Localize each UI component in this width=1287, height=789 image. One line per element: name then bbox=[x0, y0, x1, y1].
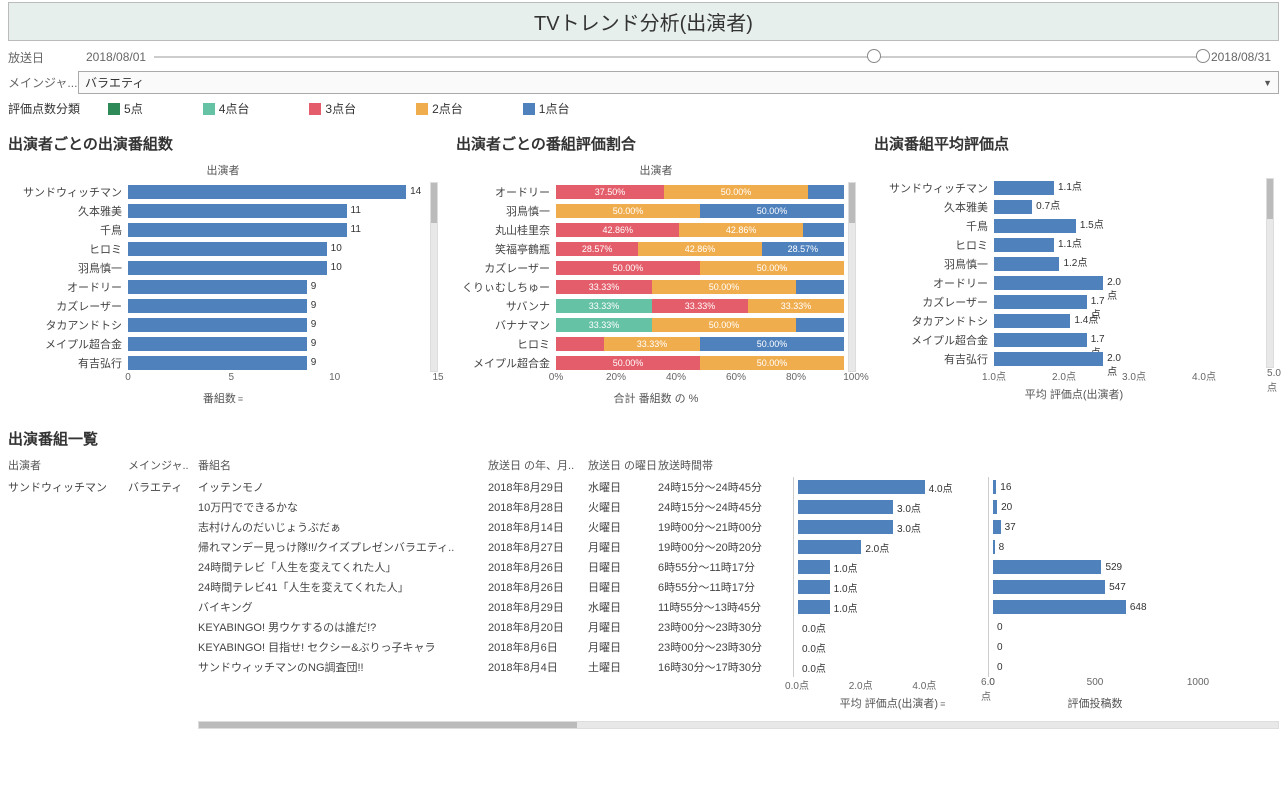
stacked-bar-row[interactable]: くりぃむしちゅー33.33%50.00% bbox=[456, 277, 844, 296]
col-time[interactable]: 放送時間帯 bbox=[658, 457, 793, 473]
panel-program-count: 出演者ごとの出演番組数 出演者 サンドウィッチマン 14久本雅美 11千鳥 11… bbox=[8, 127, 438, 410]
panel-rating-ratio: 出演者ごとの番組評価割合 出演者 オードリー37.50%50.00%羽鳥慎一50… bbox=[456, 127, 856, 410]
bar-row[interactable]: オードリー 2.0点 bbox=[874, 273, 1262, 292]
genre-select[interactable]: バラエティ ▼ bbox=[78, 71, 1279, 94]
table-header: 出演者 メインジャ.. 番組名 放送日 の年、月.. 放送日 の曜日 放送時間帯 bbox=[8, 457, 1279, 473]
stacked-bar-row[interactable]: バナナマン33.33%50.00% bbox=[456, 315, 844, 334]
stacked-bar-row[interactable]: 丸山桂里奈42.86%42.86% bbox=[456, 220, 844, 239]
bar-row[interactable]: ヒロミ 1.1点 bbox=[874, 235, 1262, 254]
chart3-xlabel: 平均 評価点(出演者) bbox=[874, 386, 1274, 402]
bar-row[interactable]: 羽鳥慎一 1.2点 bbox=[874, 254, 1262, 273]
table-title: 出演番組一覧 bbox=[8, 428, 1279, 449]
bar-row[interactable]: 千鳥 1.5点 bbox=[874, 216, 1262, 235]
date-start: 2018/08/01 bbox=[86, 50, 146, 64]
table-row[interactable]: KEYABINGO! 目指せ! セクシー&ぶりっ子キャラ 2018年8月6日 月… bbox=[8, 637, 1279, 657]
chart2-title: 出演者ごとの番組評価割合 bbox=[456, 133, 856, 154]
table-row[interactable]: サンドウィッチマンのNG調査団!! 2018年8月4日 土曜日 16時30分～1… bbox=[8, 657, 1279, 677]
table-row[interactable]: 志村けんのだいじょうぶだぁ 2018年8月14日 火曜日 19時00分～21時0… bbox=[8, 517, 1279, 537]
panel-avg-rating: 出演番組平均評価点 サンドウィッチマン 1.1点久本雅美 0.7点千鳥 1.5点… bbox=[874, 127, 1274, 410]
table-row[interactable]: 24時間テレビ41「人生を変えてくれた人」 2018年8月26日 日曜日 6時5… bbox=[8, 577, 1279, 597]
stacked-bar-row[interactable]: 羽鳥慎一50.00%50.00% bbox=[456, 201, 844, 220]
table-row[interactable]: 24時間テレビ「人生を変えてくれた人」 2018年8月26日 日曜日 6時55分… bbox=[8, 557, 1279, 577]
table-posts-axis-label: 評価投稿数 bbox=[1068, 695, 1123, 711]
col-date[interactable]: 放送日 の年、月.. bbox=[488, 457, 588, 473]
table-row[interactable]: 10万円でできるかな 2018年8月28日 火曜日 24時15分～24時45分 … bbox=[8, 497, 1279, 517]
legend-item[interactable]: 5点 bbox=[108, 102, 143, 116]
legend-label: 評価点数分類 bbox=[8, 100, 80, 117]
table-hscroll[interactable] bbox=[198, 721, 1279, 729]
legend-item[interactable]: 4点台 bbox=[203, 102, 250, 116]
col-performer[interactable]: 出演者 bbox=[8, 457, 128, 473]
stacked-bar-row[interactable]: ヒロミ33.33%50.00% bbox=[456, 334, 844, 353]
chart2-ylabel: 出演者 bbox=[456, 162, 856, 178]
chart2-xlabel: 合計 番組数 の % bbox=[456, 390, 856, 406]
program-table-section: 出演番組一覧 出演者 メインジャ.. 番組名 放送日 の年、月.. 放送日 の曜… bbox=[8, 428, 1279, 729]
genre-value: バラエティ bbox=[85, 74, 144, 91]
col-program[interactable]: 番組名 bbox=[198, 457, 488, 473]
legend-item[interactable]: 3点台 bbox=[309, 102, 356, 116]
col-genre[interactable]: メインジャ.. bbox=[128, 457, 198, 473]
dropdown-icon: ▼ bbox=[1263, 78, 1272, 88]
bar-row[interactable]: カズレーザー 9 bbox=[8, 296, 426, 315]
stacked-bar-row[interactable]: メイプル超合金50.00%50.00% bbox=[456, 353, 844, 372]
table-row[interactable]: サンドウィッチマン バラエティ イッテンモノ 2018年8月29日 水曜日 24… bbox=[8, 477, 1279, 497]
date-filter-row: 放送日 2018/08/01 2018/08/31 bbox=[8, 47, 1279, 67]
bar-row[interactable]: 有吉弘行 2.0点 bbox=[874, 349, 1262, 368]
bar-row[interactable]: 千鳥 11 bbox=[8, 220, 426, 239]
rating-legend: 評価点数分類 5点 4点台 3点台 2点台 1点台 bbox=[8, 100, 1279, 117]
bar-row[interactable]: サンドウィッチマン 14 bbox=[8, 182, 426, 201]
bar-row[interactable]: 有吉弘行 9 bbox=[8, 353, 426, 372]
legend-item[interactable]: 2点台 bbox=[416, 102, 463, 116]
bar-row[interactable]: 羽鳥慎一 10 bbox=[8, 258, 426, 277]
date-range-slider[interactable]: 2018/08/01 2018/08/31 bbox=[78, 47, 1279, 67]
chart1-ylabel: 出演者 bbox=[8, 162, 438, 178]
broadcast-date-label: 放送日 bbox=[8, 49, 78, 66]
genre-label: メインジャ... bbox=[8, 74, 78, 91]
sort-desc-icon[interactable]: ≡ bbox=[940, 699, 945, 709]
bar-row[interactable]: 久本雅美 0.7点 bbox=[874, 197, 1262, 216]
table-row[interactable]: KEYABINGO! 男ウケするのは誰だ!? 2018年8月20日 月曜日 23… bbox=[8, 617, 1279, 637]
chart3-title: 出演番組平均評価点 bbox=[874, 133, 1274, 154]
chart1-title: 出演者ごとの出演番組数 bbox=[8, 133, 438, 154]
table-row[interactable]: バイキング 2018年8月29日 水曜日 11時55分～13時45分 1.0点 … bbox=[8, 597, 1279, 617]
sort-desc-icon[interactable]: ≡ bbox=[238, 394, 243, 404]
bar-row[interactable]: タカアンドトシ 9 bbox=[8, 315, 426, 334]
slider-handle-start[interactable] bbox=[867, 49, 881, 63]
chart3-scrollbar[interactable] bbox=[1266, 178, 1274, 368]
bar-row[interactable]: サンドウィッチマン 1.1点 bbox=[874, 178, 1262, 197]
bar-row[interactable]: タカアンドトシ 1.4点 bbox=[874, 311, 1262, 330]
page-title: TVトレンド分析(出演者) bbox=[8, 2, 1279, 41]
bar-row[interactable]: ヒロミ 10 bbox=[8, 239, 426, 258]
col-dow[interactable]: 放送日 の曜日 bbox=[588, 457, 658, 473]
stacked-bar-row[interactable]: サバンナ33.33%33.33%33.33% bbox=[456, 296, 844, 315]
stacked-bar-row[interactable]: オードリー37.50%50.00% bbox=[456, 182, 844, 201]
bar-row[interactable]: カズレーザー 1.7点 bbox=[874, 292, 1262, 311]
table-rating-axis-label: 平均 評価点(出演者)≡ bbox=[840, 695, 946, 711]
bar-row[interactable]: メイプル超合金 1.7点 bbox=[874, 330, 1262, 349]
bar-row[interactable]: 久本雅美 11 bbox=[8, 201, 426, 220]
legend-item[interactable]: 1点台 bbox=[523, 102, 570, 116]
table-row[interactable]: 帰れマンデー見っけ隊!!/クイズプレゼンバラエティ.. 2018年8月27日 月… bbox=[8, 537, 1279, 557]
slider-track[interactable] bbox=[154, 56, 1203, 58]
slider-handle-end[interactable] bbox=[1196, 49, 1210, 63]
bar-row[interactable]: メイプル超合金 9 bbox=[8, 334, 426, 353]
chart1-xlabel: 番組数≡ bbox=[8, 390, 438, 406]
date-end: 2018/08/31 bbox=[1211, 50, 1271, 64]
genre-filter-row: メインジャ... バラエティ ▼ bbox=[8, 71, 1279, 94]
chart1-scrollbar[interactable] bbox=[430, 182, 438, 372]
bar-row[interactable]: オードリー 9 bbox=[8, 277, 426, 296]
stacked-bar-row[interactable]: カズレーザー50.00%50.00% bbox=[456, 258, 844, 277]
chart2-scrollbar[interactable] bbox=[848, 182, 856, 372]
stacked-bar-row[interactable]: 笑福亭鶴瓶28.57%42.86%28.57% bbox=[456, 239, 844, 258]
